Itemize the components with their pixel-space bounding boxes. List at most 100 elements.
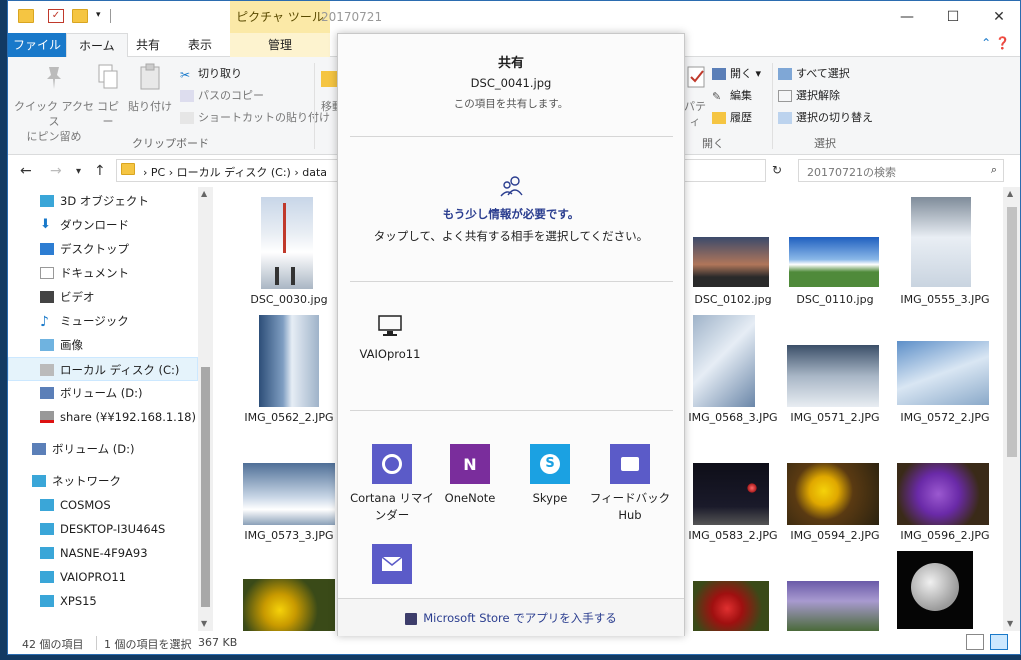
sidebar-item-label: ローカル ディスク (C:) <box>60 363 180 377</box>
content-scrollbar[interactable]: ▲ ▼ <box>1003 187 1020 631</box>
search-input[interactable]: 20170721の検索 ⌕ <box>798 159 1004 182</box>
breadcrumb-data[interactable]: data <box>302 166 327 179</box>
sidebar-item-vaiopro11[interactable]: VAIOPRO11 <box>8 565 198 589</box>
tab-manage[interactable]: 管理 <box>230 33 330 57</box>
content-scrollbar-thumb[interactable] <box>1007 207 1017 457</box>
app-label: フィードバック Hub <box>589 491 671 522</box>
app-label: Cortana リマインダー <box>350 491 434 522</box>
sidebar-item-cosmos[interactable]: COSMOS <box>8 493 198 517</box>
edit-label: 編集 <box>730 89 752 102</box>
sidebar-item-3d-objects[interactable]: 3D オブジェクト <box>8 189 198 213</box>
scroll-down-icon[interactable]: ▼ <box>1007 619 1013 628</box>
sidebar-item-network[interactable]: ネットワーク <box>8 469 198 493</box>
share-app-onenote[interactable]: N OneNote <box>428 444 512 507</box>
nearby-device-vaiopro11[interactable]: VAIOpro11 <box>358 314 422 361</box>
select-none-button[interactable]: 選択解除 <box>778 87 840 103</box>
share-hint[interactable]: タップして、よく共有する相手を選択してください。 <box>338 228 684 244</box>
select-all-button[interactable]: すべて選択 <box>778 65 850 81</box>
sidebar-item-volume-d-2[interactable]: ボリューム (D:) <box>8 437 198 461</box>
copy-path-button[interactable]: パスのコピー <box>180 87 264 103</box>
share-app-feedback-hub[interactable]: フィードバック Hub <box>588 444 672 524</box>
back-arrow-icon[interactable]: ← <box>20 163 32 179</box>
app-label: OneNote <box>444 491 496 505</box>
sidebar-item-share-z[interactable]: share (¥¥192.168.1.18) (Z:) <box>8 405 220 429</box>
copy-icon <box>98 64 118 89</box>
sidebar-item-documents[interactable]: ドキュメント <box>8 261 198 285</box>
search-placeholder: 20170721の検索 <box>807 166 896 179</box>
up-arrow-icon[interactable]: ↑ <box>94 163 106 179</box>
share-app-skype[interactable]: S Skype <box>508 444 592 507</box>
details-view-icon[interactable] <box>966 634 984 650</box>
drive-icon <box>32 443 46 455</box>
breadcrumb-local-disk[interactable]: ローカル ディスク (C:) <box>177 166 291 179</box>
new-folder-quick-icon[interactable] <box>72 9 88 23</box>
sidebar-item-videos[interactable]: ビデオ <box>8 285 198 309</box>
cut-label: 切り取り <box>198 67 242 80</box>
share-title: 共有 <box>497 56 524 71</box>
scroll-down-icon[interactable]: ▼ <box>201 619 207 628</box>
file-name: DSC_0030.jpg <box>250 293 328 306</box>
download-icon: ⬇ <box>40 217 51 232</box>
tab-file[interactable]: ファイル <box>8 33 66 57</box>
divider <box>772 63 773 149</box>
open-label: 開く <box>730 67 752 80</box>
microsoft-store-link[interactable]: Microsoft Store でアプリを入手する <box>338 598 684 636</box>
thumbnail-image <box>789 237 879 287</box>
tab-share[interactable]: 共有 <box>124 33 172 57</box>
large-icons-view-icon[interactable] <box>990 634 1008 650</box>
share-panel: 共有 DSC_0041.jpg この項目を共有します。 もう少し情報が必要です。… <box>337 33 685 636</box>
help-icon[interactable]: ❓ <box>995 36 1010 50</box>
scissors-icon: ✂ <box>180 68 191 82</box>
sidebar-item-pictures[interactable]: 画像 <box>8 333 198 357</box>
sidebar-item-label: NASNE-4F9A93 <box>60 546 148 560</box>
file-name: IMG_0572_2.JPG <box>900 411 990 424</box>
more-info-link[interactable]: もう少し情報が必要です。 <box>338 206 684 222</box>
tab-home[interactable]: ホーム <box>66 33 128 58</box>
folder-icon <box>121 163 135 175</box>
paste-shortcut-button[interactable]: ショートカットの貼り付け <box>180 109 330 125</box>
scroll-up-icon[interactable]: ▲ <box>1007 189 1013 198</box>
quick-access-dropdown-icon[interactable]: ▾ <box>96 10 101 20</box>
open-button[interactable]: 開く ▾ <box>712 65 761 81</box>
sidebar-item-xps15[interactable]: XPS15 <box>8 589 198 613</box>
history-button[interactable]: 履歴 <box>712 109 752 125</box>
ribbon-collapse-icon[interactable]: ⌃ ❓ <box>981 36 1010 50</box>
sidebar-item-desktop-pc[interactable]: DESKTOP-I3U464S <box>8 517 198 541</box>
cut-button[interactable]: ✂ 切り取り <box>180 65 242 82</box>
minimize-button[interactable]: — <box>884 1 930 33</box>
paste-shortcut-icon <box>180 112 194 124</box>
edit-button[interactable]: ✎ 編集 <box>712 87 752 103</box>
open-group-label: 開く <box>702 137 724 150</box>
sidebar-item-volume-d[interactable]: ボリューム (D:) <box>8 381 198 405</box>
nav-scrollbar[interactable]: ▲ ▼ <box>198 187 213 631</box>
thumbnail-image <box>261 197 313 289</box>
sidebar-item-local-disk-c[interactable]: ローカル ディスク (C:) <box>8 357 198 381</box>
refresh-icon[interactable]: ↻ <box>772 163 782 177</box>
search-icon[interactable]: ⌕ <box>991 163 997 177</box>
recent-locations-icon[interactable]: ▾ <box>76 166 81 177</box>
sidebar-item-label: COSMOS <box>60 498 111 512</box>
pin-to-quick-access-button[interactable]: クイック アクセス にピン留め <box>14 63 94 144</box>
sidebar-item-nasne[interactable]: NASNE-4F9A93 <box>8 541 198 565</box>
share-app-cortana[interactable]: Cortana リマインダー <box>350 444 434 524</box>
sidebar-item-music[interactable]: ♪ ミュージック <box>8 309 198 333</box>
copy-button[interactable]: コピー <box>92 63 124 129</box>
paste-button[interactable]: 貼り付け <box>128 63 172 114</box>
close-button[interactable]: ✕ <box>976 1 1020 33</box>
sidebar-item-downloads[interactable]: ⬇ ダウンロード <box>8 213 198 237</box>
share-app-mail[interactable] <box>350 544 434 590</box>
breadcrumb-pc[interactable]: PC <box>151 166 165 179</box>
select-all-label: すべて選択 <box>796 67 850 80</box>
drive-icon <box>40 387 54 399</box>
nav-scrollbar-thumb[interactable] <box>201 367 210 607</box>
sidebar-item-label: ドキュメント <box>60 266 129 280</box>
sidebar-item-desktop[interactable]: デスクトップ <box>8 237 198 261</box>
app-label: Skype <box>532 491 568 505</box>
maximize-button[interactable]: ☐ <box>930 1 976 33</box>
tab-view[interactable]: 表示 <box>176 33 224 57</box>
skype-icon: S <box>530 444 570 484</box>
properties-quick-icon[interactable]: ✓ <box>48 9 64 23</box>
scroll-up-icon[interactable]: ▲ <box>201 189 207 198</box>
invert-selection-button[interactable]: 選択の切り替え <box>778 109 873 125</box>
forward-arrow-icon[interactable]: → <box>50 163 62 179</box>
